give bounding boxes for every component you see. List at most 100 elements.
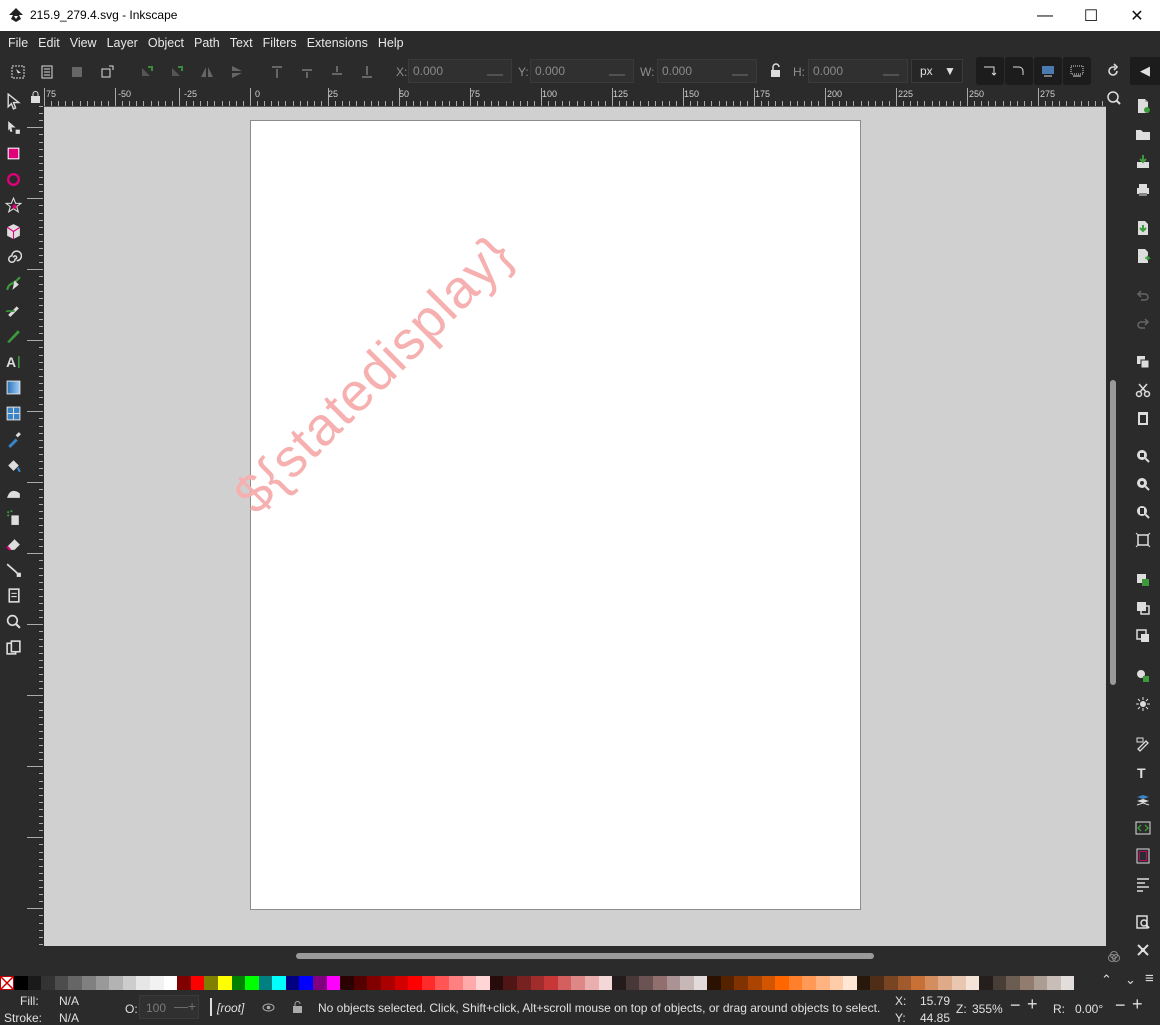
palette-swatch[interactable] [829,976,844,990]
palette-swatch[interactable] [802,976,817,990]
zoom-drawing-icon[interactable] [1135,476,1151,492]
palette-swatch[interactable] [489,976,504,990]
new-document-icon[interactable] [1135,98,1151,114]
zoom-out-icon[interactable]: − [1010,995,1021,1016]
palette-swatch[interactable] [122,976,137,990]
vertical-ruler[interactable] [27,106,43,946]
palette-swatch[interactable] [897,976,912,990]
y-field[interactable]: 0.000—+ [530,59,634,105]
palette-swatch[interactable] [816,976,830,990]
page-tool-icon[interactable] [5,587,22,604]
menu-object[interactable]: Object [143,31,189,56]
rotate-cw-icon[interactable] [169,64,185,80]
layer-lock-icon[interactable] [291,1000,304,1014]
raise-icon[interactable] [299,64,315,80]
scale-corners-toggle[interactable] [1005,57,1033,85]
flip-horizontal-icon[interactable] [199,64,215,80]
undo-icon[interactable] [1135,288,1151,304]
fill-stroke-icon[interactable] [1135,736,1151,752]
palette-swatch[interactable] [381,976,395,990]
gradient-tool-icon[interactable] [5,379,22,396]
palette-swatch[interactable] [258,976,273,990]
palette-swatch[interactable] [449,976,463,990]
fill-value[interactable]: N/A [59,994,79,1008]
find-replace-icon[interactable] [1135,914,1151,930]
palette-swatch[interactable] [462,976,477,990]
palette-swatch[interactable] [326,976,341,990]
copy-icon[interactable] [1135,354,1151,370]
document-properties-icon[interactable] [1135,848,1151,864]
palette-swatch[interactable] [911,976,925,990]
select-all-icon[interactable] [10,64,26,80]
ruler-lock-icon[interactable] [30,91,41,103]
menu-path[interactable]: Path [189,31,225,56]
ellipse-tool-icon[interactable] [5,171,22,188]
palette-swatch[interactable] [544,976,558,990]
minimize-button[interactable]: — [1022,0,1068,31]
3d-box-tool-icon[interactable] [5,223,22,240]
snap-controls-toggle[interactable]: ◀ [1130,57,1160,85]
palette-swatch[interactable] [584,976,599,990]
unit-select[interactable]: px ▼ [911,59,963,83]
palette-scroll-up-icon[interactable]: ⌃ [1101,972,1112,988]
bezier-tool-icon[interactable] [5,275,22,292]
palette-swatch[interactable] [707,976,721,990]
palette-swatch[interactable] [938,976,952,990]
palette-scroll-down-icon[interactable]: ⌄ [1125,972,1136,988]
palette-swatch[interactable] [217,976,232,990]
clone-icon[interactable] [1135,600,1151,616]
rotate-cw-step-icon[interactable]: + [1132,994,1143,1015]
palette-swatch[interactable] [761,976,776,990]
palette-swatch[interactable] [14,976,28,990]
zoom-fit-icon[interactable] [1135,532,1151,548]
measure-tool-icon[interactable] [5,639,22,656]
palette-swatch[interactable] [1060,976,1075,990]
cut-icon[interactable] [1135,382,1151,398]
palette-menu-icon[interactable]: ≡ [1145,970,1154,987]
duplicate-icon[interactable] [1135,572,1151,588]
palette-swatch[interactable] [313,976,327,990]
maximize-button[interactable]: ☐ [1068,0,1114,31]
zoom-selection-icon[interactable] [1135,448,1151,464]
palette-swatch[interactable] [68,976,82,990]
pencil-tool-icon[interactable] [5,301,22,318]
save-icon[interactable] [1135,154,1151,170]
zoom-value[interactable]: 355% [972,1002,1003,1016]
export-icon[interactable] [1135,248,1151,264]
rectangle-tool-icon[interactable] [5,145,22,162]
palette-swatch[interactable] [884,976,898,990]
x-field[interactable]: 0.000—+ [408,59,512,105]
palette-swatch[interactable] [340,976,354,990]
palette-swatch[interactable] [476,976,490,990]
zoom-page-cmd-icon[interactable] [1135,504,1151,520]
no-paint-swatch[interactable] [0,976,14,990]
palette-swatch[interactable] [163,976,178,990]
tweak-tool-icon[interactable] [5,483,22,500]
palette-swatch[interactable] [788,976,803,990]
opacity-field[interactable]: 100 —+ [139,995,199,1019]
palette-swatch[interactable] [775,976,789,990]
palette-swatch[interactable] [394,976,409,990]
rotate-value[interactable]: 0.00° [1075,1002,1103,1016]
spiral-tool-icon[interactable] [5,249,22,266]
palette-swatch[interactable] [272,976,286,990]
palette-swatch[interactable] [516,976,531,990]
selector-tool-icon[interactable] [5,93,22,110]
align-distribute-icon[interactable] [1135,876,1151,892]
xml-editor-icon[interactable] [1135,820,1151,836]
palette-swatch[interactable] [680,976,694,990]
palette-swatch[interactable] [720,976,735,990]
paste-icon[interactable] [1135,410,1151,426]
palette-swatch[interactable] [136,976,150,990]
horizontal-ruler[interactable]: 75 -50 -25 0 25 50 75 100 125 150 175 200 225 250 275 [44,88,1106,107]
palette-swatch[interactable] [95,976,110,990]
palette-swatch[interactable] [54,976,69,990]
menu-edit[interactable]: Edit [33,31,65,56]
palette-swatch[interactable] [435,976,449,990]
palette-swatch[interactable] [109,976,123,990]
palette-swatch[interactable] [190,976,205,990]
palette-swatch[interactable] [149,976,164,990]
paint-bucket-tool-icon[interactable] [5,457,22,474]
open-folder-icon[interactable] [1135,126,1151,142]
palette-swatch[interactable] [408,976,422,990]
